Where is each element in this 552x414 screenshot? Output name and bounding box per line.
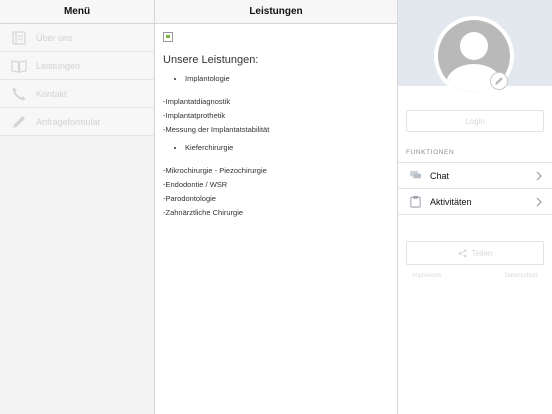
function-item-label: Chat — [430, 170, 450, 181]
broken-image-icon — [163, 32, 173, 42]
profile-panel: Login FUNKTIONEN Chat Aktivitäten Teilen… — [398, 0, 552, 414]
share-button[interactable]: Teilen — [406, 241, 544, 265]
text-line: -Implantatdiagnostik — [163, 97, 231, 106]
impressum-link[interactable]: Impressum — [412, 273, 442, 279]
menu-item-label: Anfrageformular — [36, 116, 101, 127]
menu-item-leistungen[interactable]: Leistungen — [0, 52, 154, 80]
share-button-label: Teilen — [471, 248, 493, 258]
datenschutz-link[interactable]: Datenschutz — [505, 273, 538, 279]
text-line: -Implantatprothetik — [163, 111, 226, 120]
chat-icon — [408, 169, 422, 183]
menu-title: Menü — [0, 0, 154, 24]
login-button[interactable]: Login — [406, 110, 544, 132]
bullet-item: Kieferchirurgie — [185, 143, 389, 152]
edit-avatar-icon[interactable] — [490, 72, 508, 90]
menu-list: Über uns Leistungen Kontakt Anfrageformu… — [0, 24, 154, 136]
menu-item-kontakt[interactable]: Kontakt — [0, 80, 154, 108]
phone-icon — [10, 86, 28, 102]
content-body: Unsere Leistungen: Implantologie -Implan… — [155, 24, 397, 228]
menu-item-label: Kontakt — [36, 88, 67, 99]
functions-list: Chat Aktivitäten — [398, 162, 552, 215]
text-line: -Messung der Implantatstabilität — [163, 125, 270, 134]
chevron-right-icon — [536, 171, 542, 181]
text-line: -Endodontie / WSR — [163, 180, 228, 189]
menu-item-label: Leistungen — [36, 60, 81, 71]
bullet-list: Kieferchirurgie — [163, 143, 389, 152]
clipboard-icon — [408, 195, 422, 209]
book-icon — [10, 30, 28, 46]
share-icon — [458, 249, 467, 257]
function-item-chat[interactable]: Chat — [398, 163, 552, 189]
text-line: -Mikrochirurgie - Piezochirurgie — [163, 166, 267, 175]
menu-item-anfrageformular[interactable]: Anfrageformular — [0, 108, 154, 136]
text-line: -Zahnärztliche Chirurgie — [163, 208, 244, 217]
menu-panel: Menü Über uns Leistungen Kontakt Anfrage… — [0, 0, 155, 414]
function-item-label: Aktivitäten — [430, 196, 472, 207]
chevron-right-icon — [536, 197, 542, 207]
bullet-list: Implantologie — [163, 74, 389, 83]
open-book-icon — [10, 58, 28, 74]
menu-item-ueber-uns[interactable]: Über uns — [0, 24, 154, 52]
bullet-item: Implantologie — [185, 74, 389, 83]
page-title: Unsere Leistungen: — [163, 54, 259, 66]
pencil-icon — [10, 114, 28, 130]
function-item-aktivitaeten[interactable]: Aktivitäten — [398, 189, 552, 215]
content-header: Leistungen — [155, 0, 397, 24]
section-label-funktionen: FUNKTIONEN — [406, 149, 455, 156]
menu-item-label: Über uns — [36, 32, 73, 43]
content-panel: Leistungen Unsere Leistungen: Implantolo… — [155, 0, 398, 414]
text-line: -Parodontologie — [163, 194, 216, 203]
